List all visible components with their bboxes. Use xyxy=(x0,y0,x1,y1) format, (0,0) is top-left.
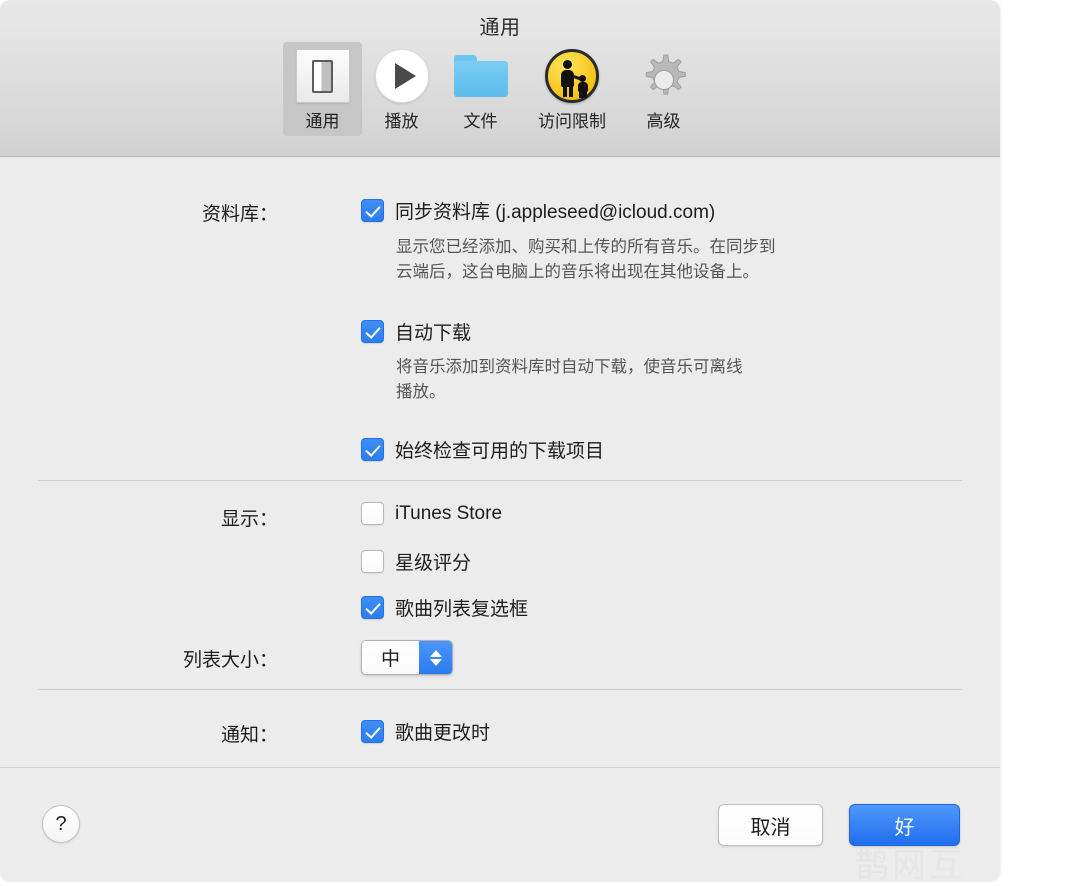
folder-icon xyxy=(453,48,509,104)
cancel-button[interactable]: 取消 xyxy=(718,804,823,846)
toolbar-tabstrip: 通用 播放 文件 xyxy=(283,42,703,136)
notification-section-label: 通知： xyxy=(221,720,278,747)
sync-library-help-line1: 显示您已经添加、购买和上传的所有音乐。在同步到 xyxy=(396,235,776,260)
sync-library-help-line2: 云端后，这台电脑上的音乐将出现在其他设备上。 xyxy=(396,260,776,285)
window-title: 通用 xyxy=(0,11,1000,40)
auto-download-help-line1: 将音乐添加到资料库时自动下载，使音乐可离线 xyxy=(396,355,743,380)
itunes-store-checkbox[interactable] xyxy=(361,502,384,525)
song-list-checkboxes-checkbox[interactable] xyxy=(361,596,384,619)
auto-download-row[interactable]: 自动下载 xyxy=(361,318,471,345)
tab-files-label: 文件 xyxy=(464,107,498,132)
always-check-downloads-checkbox[interactable] xyxy=(361,438,384,461)
general-switch-icon xyxy=(295,48,351,104)
tab-advanced-label: 高级 xyxy=(647,107,681,132)
chevron-down-icon[interactable] xyxy=(430,659,442,666)
divider-library-display xyxy=(38,480,962,481)
preferences-dialog: 通用 通用 播放 文件 xyxy=(0,0,1000,880)
sync-library-row[interactable]: 同步资料库 (j.appleseed@icloud.com) xyxy=(361,197,715,224)
tab-advanced[interactable]: 高级 xyxy=(624,42,703,136)
tab-restrictions-label: 访问限制 xyxy=(538,107,606,132)
tab-playback[interactable]: 播放 xyxy=(362,42,441,136)
song-change-checkbox[interactable] xyxy=(361,720,384,743)
itunes-store-row[interactable]: iTunes Store xyxy=(361,502,502,525)
parental-controls-icon xyxy=(544,48,600,104)
song-list-checkboxes-label: 歌曲列表复选框 xyxy=(395,594,528,621)
tab-files[interactable]: 文件 xyxy=(441,42,520,136)
auto-download-help: 将音乐添加到资料库时自动下载，使音乐可离线 播放。 xyxy=(396,355,743,405)
auto-download-label: 自动下载 xyxy=(395,318,471,345)
tab-playback-label: 播放 xyxy=(385,107,419,132)
sync-library-label: 同步资料库 (j.appleseed@icloud.com) xyxy=(395,197,715,224)
gear-icon xyxy=(636,48,692,104)
display-section-label: 显示： xyxy=(221,504,278,531)
sync-library-help: 显示您已经添加、购买和上传的所有音乐。在同步到 云端后，这台电脑上的音乐将出现在… xyxy=(396,235,776,285)
always-check-downloads-row[interactable]: 始终检查可用的下载项目 xyxy=(361,436,604,463)
library-section-label: 资料库： xyxy=(202,199,278,226)
tab-general[interactable]: 通用 xyxy=(283,42,362,136)
star-rating-checkbox[interactable] xyxy=(361,550,384,573)
tab-general-label: 通用 xyxy=(306,107,340,132)
tab-restrictions[interactable]: 访问限制 xyxy=(520,42,624,136)
list-size-stepper[interactable]: 中 xyxy=(361,640,453,675)
auto-download-help-line2: 播放。 xyxy=(396,380,743,405)
always-check-downloads-label: 始终检查可用的下载项目 xyxy=(395,436,604,463)
song-list-checkboxes-row[interactable]: 歌曲列表复选框 xyxy=(361,594,528,621)
sync-library-checkbox[interactable] xyxy=(361,199,384,222)
help-button[interactable]: ? xyxy=(42,805,80,843)
auto-download-checkbox[interactable] xyxy=(361,320,384,343)
play-circle-icon xyxy=(374,48,430,104)
chevron-up-icon[interactable] xyxy=(430,650,442,657)
stepper-arrows[interactable] xyxy=(419,641,452,674)
song-change-label: 歌曲更改时 xyxy=(395,718,490,745)
star-rating-label: 星级评分 xyxy=(395,548,471,575)
divider-display-notification xyxy=(38,689,962,690)
preferences-toolbar: 通用 通用 播放 文件 xyxy=(0,0,1000,157)
itunes-store-label: iTunes Store xyxy=(395,503,502,525)
list-size-value: 中 xyxy=(362,641,419,674)
star-rating-row[interactable]: 星级评分 xyxy=(361,548,471,575)
song-change-row[interactable]: 歌曲更改时 xyxy=(361,718,490,745)
list-size-label: 列表大小： xyxy=(183,645,278,672)
preferences-content: 资料库： 同步资料库 (j.appleseed@icloud.com) 显示您已… xyxy=(0,157,1000,767)
ok-button[interactable]: 好 xyxy=(849,804,960,846)
